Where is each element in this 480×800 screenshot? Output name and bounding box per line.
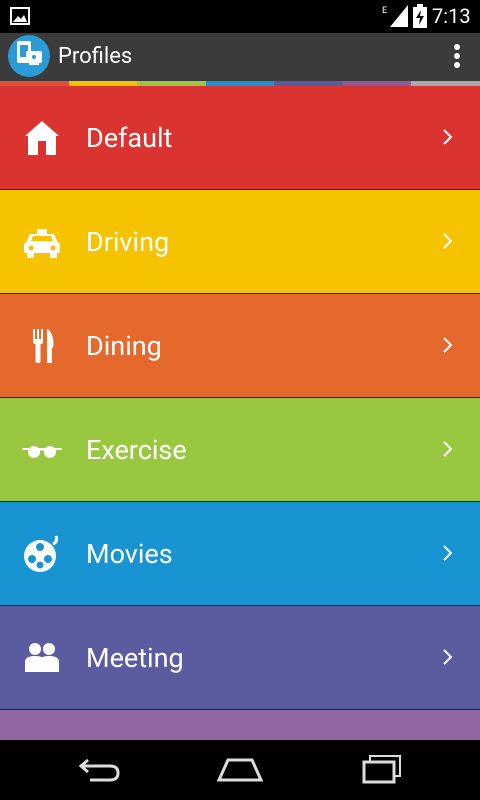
film-reel-icon [24,535,59,572]
recent-apps-button-icon[interactable] [360,754,404,784]
people-icon [25,642,59,672]
profile-label: Default [86,121,173,154]
profile-item-dining[interactable]: Dining [0,294,480,398]
chevron-right-icon [443,441,453,457]
page-title: Profiles [58,44,133,69]
status-bar: E 7:13 [0,0,480,33]
profile-item-exercise[interactable]: Exercise [0,398,480,502]
chevron-right-icon [443,129,453,145]
profile-list: Default Driving Dining Exercise Movies M… [0,86,480,740]
action-bar: Profiles [0,33,480,81]
profile-label: Meeting [86,641,184,674]
fork-knife-icon [33,328,54,363]
sunglasses-icon [22,445,62,458]
chevron-right-icon [443,545,453,561]
chevron-right-icon [443,337,453,353]
car-icon [24,228,60,258]
profile-label: Dining [86,329,162,362]
profile-item-movies[interactable]: Movies [0,502,480,606]
home-button-icon[interactable] [216,754,264,784]
profile-item-partial[interactable] [0,710,480,740]
profile-item-driving[interactable]: Driving [0,190,480,294]
chevron-right-icon [443,233,453,249]
profile-label: Exercise [86,433,187,466]
image-notification-icon [10,7,30,25]
back-button-icon[interactable] [78,754,122,784]
battery-icon [413,4,427,28]
home-icon [25,120,59,155]
network-type: E [382,6,388,16]
profile-label: Movies [86,537,173,570]
overflow-menu-button[interactable] [446,41,468,75]
app-logo-icon[interactable] [8,35,50,77]
profile-item-meeting[interactable]: Meeting [0,606,480,710]
navigation-bar [0,740,480,800]
profile-label: Driving [86,225,170,258]
chevron-right-icon [443,649,453,665]
profile-item-default[interactable]: Default [0,86,480,190]
signal-icon [390,5,408,27]
clock: 7:13 [432,4,471,28]
